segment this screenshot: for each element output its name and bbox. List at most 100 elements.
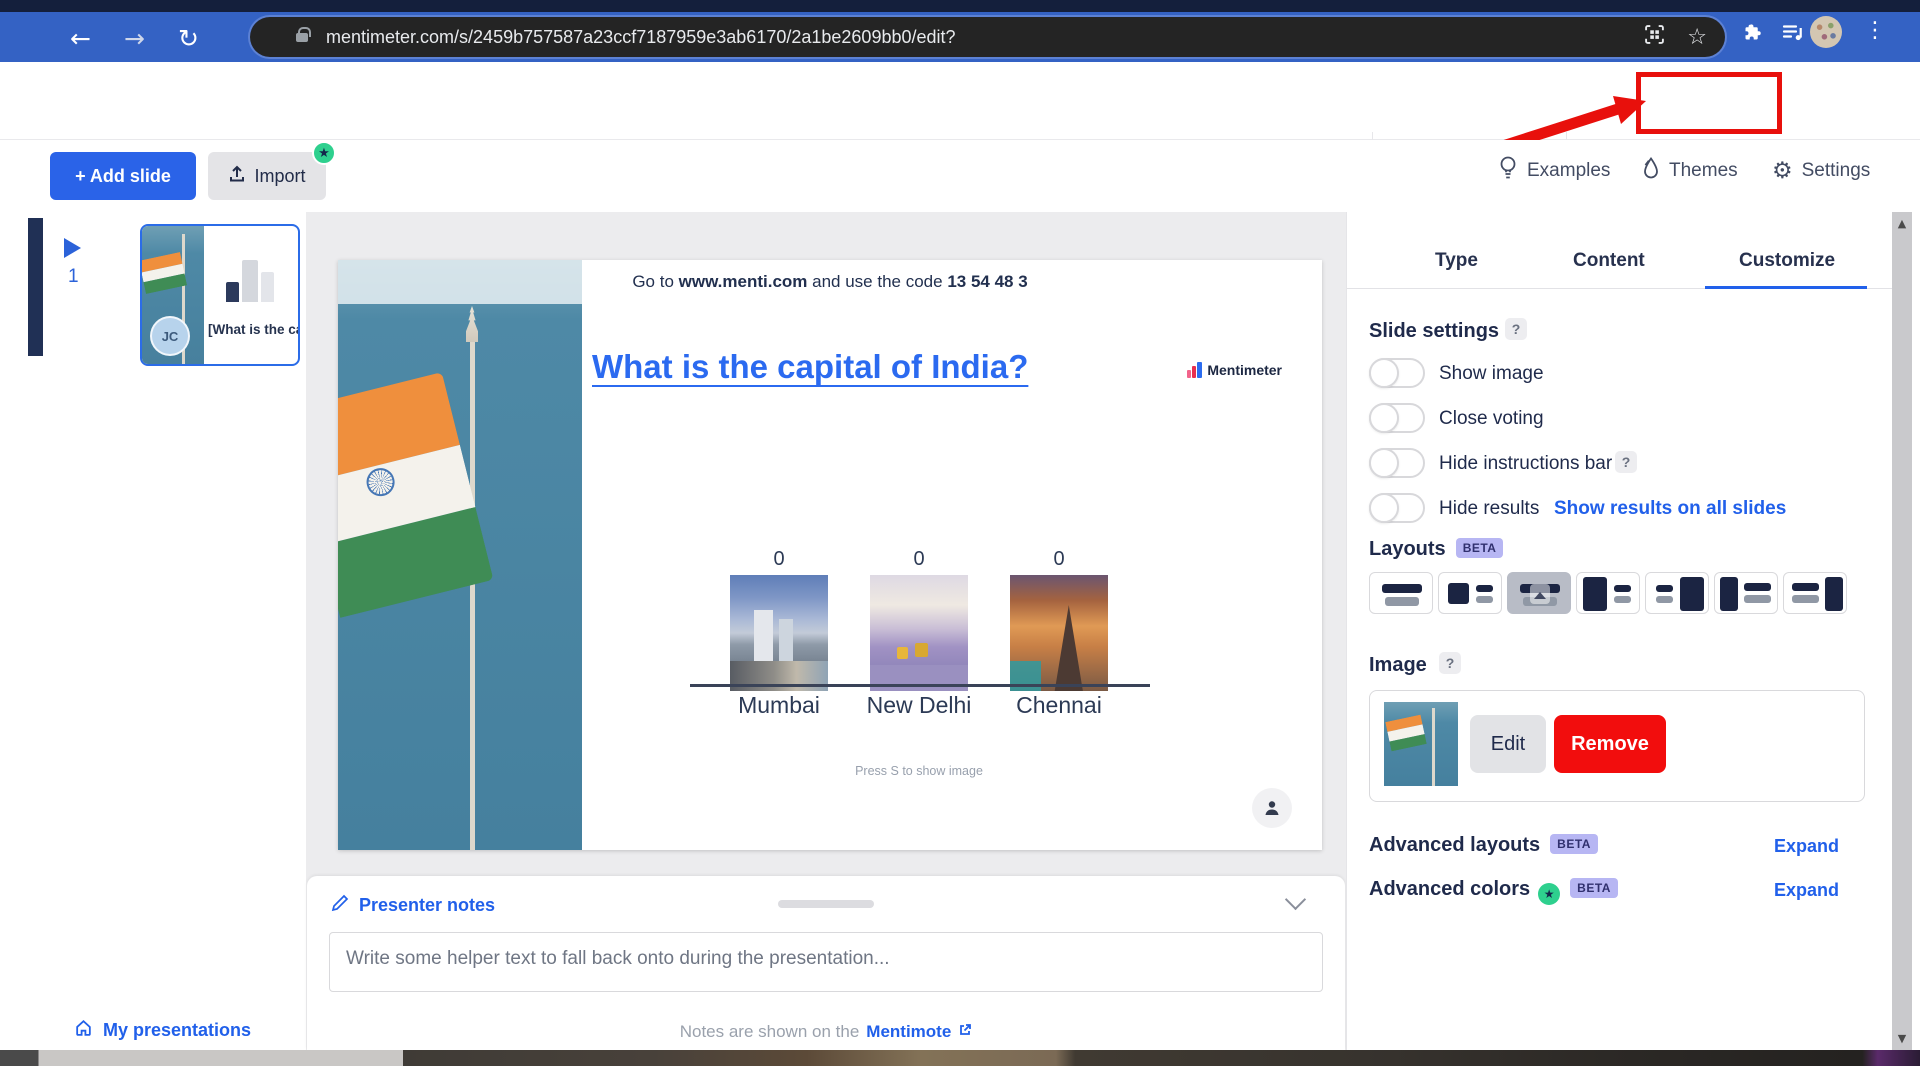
layout-option-image-background-selected[interactable]	[1507, 572, 1571, 614]
presenter-notes-toggle[interactable]: Presenter notes	[331, 894, 495, 917]
toggle-hide-results[interactable]	[1369, 493, 1425, 523]
ashoka-chakra-icon	[363, 465, 398, 500]
bookmark-star-icon[interactable]: ☆	[1687, 25, 1707, 50]
scroll-up-icon[interactable]: ▲	[1892, 217, 1912, 230]
scroll-down-icon[interactable]: ▼	[1892, 1032, 1912, 1045]
slide-preview: Go to www.menti.com and use the code 13 …	[338, 260, 1322, 850]
app-header: My presentations/Demo Slide ✓ Saved ? Me…	[0, 62, 1920, 192]
person-icon	[1265, 801, 1279, 815]
my-presentations-label: My presentations	[103, 1019, 252, 1040]
hide-instructions-help-icon[interactable]: ?	[1615, 451, 1637, 473]
beta-badge: BETA	[1455, 538, 1504, 558]
mentimeter-logo-small-icon	[1187, 362, 1203, 378]
layout-options	[1369, 572, 1847, 614]
slide-rail: 1 [What is the capit... JC My presentati…	[0, 212, 306, 1050]
settings-button[interactable]: ⚙ Settings	[1772, 156, 1870, 186]
layout-option-image-left-small[interactable]	[1438, 572, 1502, 614]
layout-option-image-left-half[interactable]	[1576, 572, 1640, 614]
layout-option-image-left-bars[interactable]	[1714, 572, 1778, 614]
instruction-middle: and use the code	[807, 272, 948, 291]
mentimeter-watermark: Mentimeter	[1187, 362, 1282, 378]
instruction-domain: www.menti.com	[678, 272, 808, 291]
image-settings-box: Edit Remove	[1369, 690, 1865, 802]
option-label: New Delhi	[866, 692, 972, 718]
import-button[interactable]: Import	[208, 152, 326, 200]
expand-advanced-layouts-link[interactable]: Expand	[1774, 836, 1839, 857]
chart-axis-line	[690, 684, 1150, 687]
premium-star-icon: ★	[1538, 883, 1561, 905]
image-help-icon[interactable]: ?	[1439, 652, 1461, 674]
toggle-close-voting[interactable]	[1369, 403, 1425, 433]
vote-count: 0	[773, 548, 785, 570]
add-slide-button[interactable]: + Add slide	[50, 152, 196, 200]
vote-count: 0	[1053, 548, 1065, 570]
examples-button[interactable]: Examples	[1498, 156, 1610, 186]
thumbnail-avatar: JC	[150, 316, 190, 356]
show-results-all-slides-link[interactable]: Show results on all slides	[1554, 498, 1786, 520]
mentimote-link[interactable]: Mentimote	[866, 1022, 951, 1042]
editor-toolbar: + Add slide Import ★ Examples Themes ⚙ S…	[0, 140, 1920, 212]
option-image-mumbai	[730, 575, 828, 691]
tab-type[interactable]: Type	[1435, 250, 1478, 272]
import-label: Import	[254, 165, 306, 186]
window-top-edge	[0, 0, 1920, 12]
address-bar[interactable]: mentimeter.com/s/2459b757587a23ccf718795…	[250, 17, 1725, 57]
slide-question-title[interactable]: What is the capital of India?	[592, 348, 1028, 386]
editor-canvas: Go to www.menti.com and use the code 13 …	[306, 212, 1346, 1050]
slide-thumbnail[interactable]: [What is the capit... JC	[140, 224, 300, 366]
layout-option-text[interactable]	[1369, 572, 1433, 614]
slide-background-image-flag	[338, 260, 582, 850]
participants-indicator[interactable]	[1252, 788, 1292, 828]
chart-option-new-delhi: 0	[870, 548, 968, 691]
notes-footer: Notes are shown on the Mentimote	[307, 1022, 1345, 1042]
drag-handle[interactable]	[778, 900, 874, 908]
browser-menu-icon[interactable]: ⋮	[1864, 18, 1886, 43]
advanced-colors-label: Advanced colors	[1369, 878, 1531, 900]
tab-content[interactable]: Content	[1573, 250, 1645, 272]
chevron-down-icon[interactable]	[1284, 888, 1307, 911]
toggle-show-image[interactable]	[1369, 358, 1425, 388]
option-image-chennai	[1010, 575, 1108, 691]
slide-settings-help-icon[interactable]: ?	[1505, 318, 1527, 340]
lightbulb-icon	[1498, 155, 1518, 188]
presenter-notes-input[interactable]	[329, 932, 1323, 992]
edit-image-button[interactable]: Edit	[1470, 715, 1546, 773]
slide-play-icon[interactable]	[64, 238, 81, 258]
premium-star-badge-icon: ★	[312, 141, 336, 165]
lock-icon	[296, 26, 311, 42]
layouts-label: Layouts	[1369, 538, 1446, 560]
advanced-layouts-heading: Advanced layouts BETA	[1369, 834, 1598, 857]
gear-icon: ⚙	[1772, 157, 1793, 184]
browser-profile-avatar[interactable]	[1810, 16, 1842, 48]
screen: ← → ↻ mentimeter.com/s/2459b757587a23ccf…	[0, 0, 1920, 1080]
browser-forward-icon[interactable]: →	[124, 24, 145, 54]
advanced-colors-row: Advanced colors ★ BETA Expand	[1369, 878, 1865, 908]
tab-customize[interactable]: Customize	[1739, 250, 1835, 272]
presenter-notes-card: Presenter notes Notes are shown on the M…	[307, 876, 1345, 1050]
instruction-prefix: Go to	[632, 272, 679, 291]
expand-advanced-colors-link[interactable]: Expand	[1774, 880, 1839, 901]
instruction-code: 13 54 48 3	[947, 272, 1028, 291]
my-presentations-link[interactable]: My presentations	[74, 1018, 251, 1042]
layout-option-image-right-half[interactable]	[1645, 572, 1709, 614]
thumbnail-title: [What is the capit...	[208, 322, 298, 337]
browser-back-icon[interactable]: ←	[70, 24, 91, 54]
remove-image-button[interactable]: Remove	[1554, 715, 1666, 773]
chart-option-mumbai: 0	[730, 548, 828, 691]
home-icon	[74, 1018, 93, 1042]
qr-code-icon[interactable]	[1644, 24, 1665, 50]
external-link-icon	[958, 1022, 972, 1042]
toggle-hide-instructions-bar[interactable]	[1369, 448, 1425, 478]
option-label: Chennai	[1016, 692, 1102, 718]
playlist-icon[interactable]	[1782, 22, 1805, 48]
themes-button[interactable]: Themes	[1642, 156, 1738, 186]
browser-reload-icon[interactable]: ↻	[178, 24, 199, 54]
toggle-label: Hide instructions bar	[1439, 453, 1613, 474]
chart-option-chennai: 0	[1010, 548, 1108, 691]
toggle-label: Hide results	[1439, 498, 1540, 519]
page-scrollbar[interactable]: ▲ ▼	[1892, 212, 1912, 1050]
beta-badge: BETA	[1570, 878, 1618, 898]
extensions-puzzle-icon[interactable]	[1742, 22, 1763, 48]
layout-option-image-right-bars[interactable]	[1783, 572, 1847, 614]
advanced-layouts-row: Advanced layouts BETA Expand	[1369, 834, 1865, 864]
